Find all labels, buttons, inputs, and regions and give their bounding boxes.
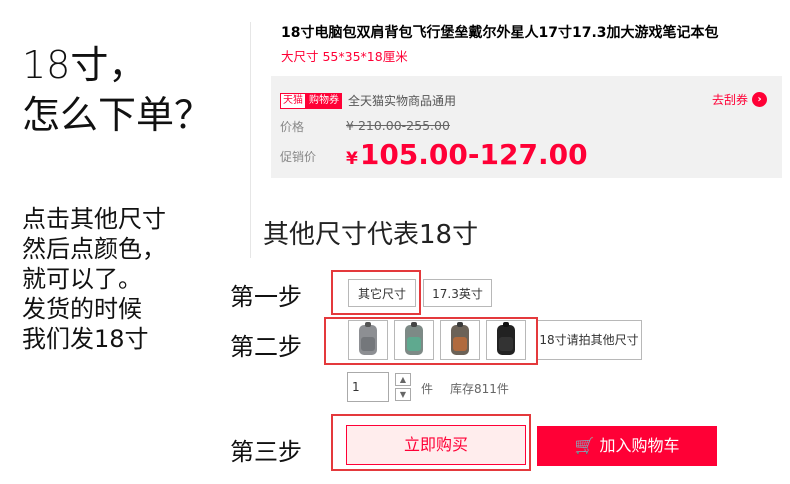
step-3-label: 第三步 xyxy=(230,438,302,466)
help-line: 就可以了。 xyxy=(22,265,142,293)
help-line: 点击其他尺寸 xyxy=(22,205,166,233)
product-title: 18寸电脑包双肩背包飞行堡垒戴尔外星人17寸17.3加大游戏笔记本包 xyxy=(281,25,719,41)
add-to-cart-label: 加入购物车 xyxy=(599,436,680,455)
question-line-2: 怎么下单？ xyxy=(22,93,213,137)
quantity-decrease-button[interactable]: ▼ xyxy=(395,388,411,401)
help-text: 点击其他尺寸 然后点颜色， 就可以了。 发货的时候 我们发18寸 xyxy=(22,204,166,354)
cart-icon: 🛒 xyxy=(574,436,595,455)
chevron-up-icon: ▲ xyxy=(399,375,407,384)
step-2-highlight xyxy=(324,317,538,365)
coupon-tag: 购物券 xyxy=(306,92,342,109)
add-to-cart-button[interactable]: 🛒 加入购物车 xyxy=(537,426,717,466)
currency-symbol: ¥ xyxy=(346,118,354,133)
currency-symbol: ¥ xyxy=(346,149,358,169)
coupon-row: 天猫 购物券 全天猫实物商品通用 xyxy=(280,92,456,109)
tmall-tag: 天猫 xyxy=(280,92,306,109)
divider xyxy=(250,22,251,258)
product-subtitle: 大尺寸 55*35*18厘米 xyxy=(281,49,408,64)
step-3-highlight xyxy=(331,414,531,471)
chevron-right-icon: › xyxy=(752,92,768,107)
original-price-value: 210.00-255.00 xyxy=(357,118,450,133)
stock-count: 库存811件 xyxy=(450,382,509,396)
quantity-increase-button[interactable]: ▲ xyxy=(395,373,411,386)
help-line: 我们发18寸 xyxy=(22,325,149,353)
size-note: 其他尺寸代表18寸 xyxy=(263,220,479,250)
promo-price: ¥105.00-127.00 xyxy=(346,138,588,171)
quantity-input[interactable]: 1 xyxy=(347,372,389,402)
size-option-18[interactable]: 18寸请拍其他尺寸 xyxy=(536,320,642,360)
help-line: 发货的时候 xyxy=(22,295,142,323)
question-line-1: 18寸， xyxy=(22,43,147,87)
help-line: 然后点颜色， xyxy=(22,235,166,263)
step-2-label: 第二步 xyxy=(230,333,302,361)
chevron-down-icon: ▼ xyxy=(399,390,407,399)
promo-price-label: 促销价 xyxy=(280,150,317,164)
quantity-unit: 件 xyxy=(421,382,434,396)
step-1-highlight xyxy=(331,270,421,315)
question-text: 18寸， 怎么下单？ xyxy=(22,40,212,140)
get-coupon-link[interactable]: 去刮券 › xyxy=(712,91,768,108)
original-price: ¥ 210.00-255.00 xyxy=(346,118,450,133)
promo-price-value: 105.00-127.00 xyxy=(359,138,588,171)
step-1-label: 第一步 xyxy=(230,283,302,311)
size-option-17-3[interactable]: 17.3英寸 xyxy=(423,279,492,307)
get-coupon-label: 去刮券 xyxy=(712,93,749,107)
price-label: 价格 xyxy=(280,120,305,134)
coupon-description: 全天猫实物商品通用 xyxy=(348,94,457,108)
